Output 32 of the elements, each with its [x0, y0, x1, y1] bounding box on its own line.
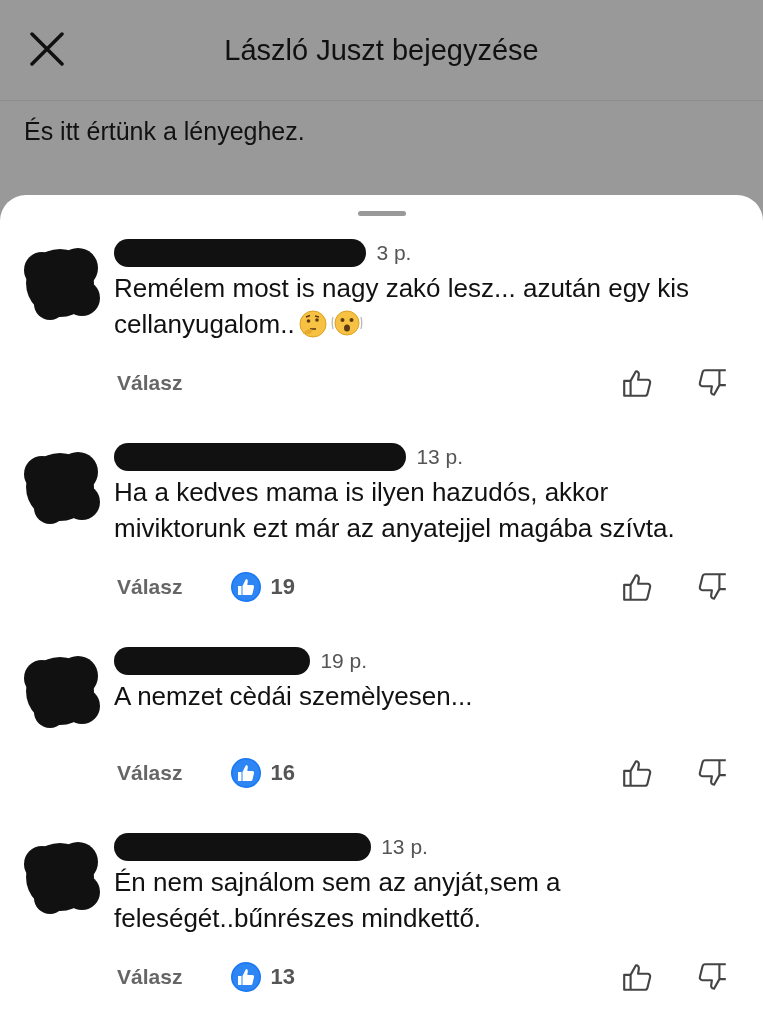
drag-handle[interactable] [357, 211, 406, 216]
reply-link[interactable]: Válasz [117, 371, 183, 395]
reply-link[interactable]: Válasz [117, 965, 183, 989]
comment-text: Remélem most is nagy zakó lesz... azután egy kis cellanyugalom.. [114, 272, 691, 341]
comment-time: 13 p. [381, 835, 428, 859]
comment-text: A nemzet cèdái szemèlyesen... [114, 680, 474, 713]
thinking-face-icon [297, 309, 328, 339]
comment-time: 3 p. [376, 241, 412, 265]
thumbs-down-icon[interactable] [697, 961, 729, 993]
like-badge-icon [230, 571, 263, 603]
thumbs-down-icon[interactable] [697, 367, 729, 399]
thumbs-up-icon[interactable] [621, 367, 653, 399]
thumbs-up-icon[interactable] [621, 571, 653, 603]
like-badge-icon [230, 757, 263, 789]
post-text: És itt értünk a lényeghez. [24, 116, 306, 147]
like-count: 19 [270, 574, 295, 600]
comment-time: 13 p. [416, 445, 464, 469]
comment-time: 19 p. [320, 649, 368, 673]
post-title: László Juszt bejegyzése [224, 33, 539, 67]
thumbs-up-icon[interactable] [621, 757, 653, 789]
like-count: 16 [270, 760, 295, 786]
shaking-face-icon [330, 307, 363, 339]
comment-text: Ha a kedves mama is ilyen hazudós, akkor miviktorunk ezt már az anyatejjel magába szívta. [114, 476, 676, 545]
like-badge-icon [230, 961, 263, 993]
like-count: 13 [270, 964, 295, 990]
thumbs-up-icon[interactable] [621, 961, 653, 993]
thumbs-down-icon[interactable] [697, 757, 729, 789]
comment-text: Én nem sajnálom sem az anyját,sem a feleségét..bűnrészes mindkettő. [114, 866, 562, 935]
close-icon[interactable] [30, 32, 64, 66]
reply-link[interactable]: Válasz [117, 761, 183, 785]
reply-link[interactable]: Válasz [117, 575, 183, 599]
thumbs-down-icon[interactable] [697, 571, 729, 603]
